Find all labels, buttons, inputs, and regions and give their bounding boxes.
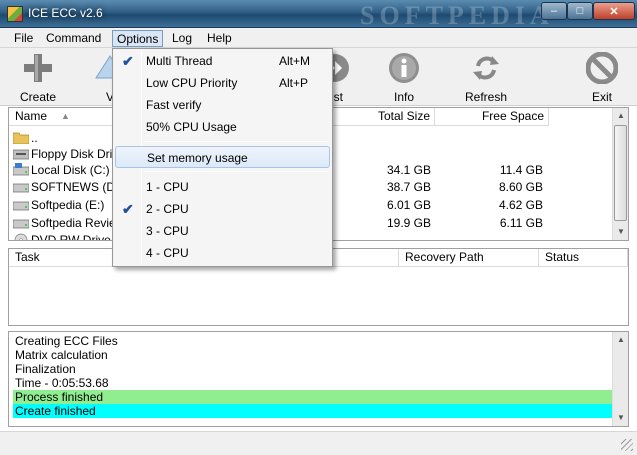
create-label: Create bbox=[19, 90, 57, 104]
drive-name: Floppy Disk Driv bbox=[31, 147, 119, 161]
menu-item-label: 4 - CPU bbox=[146, 246, 189, 260]
drive-name: Local Disk (C:) bbox=[31, 163, 110, 177]
menu-item-cpu-4[interactable]: 4 - CPU bbox=[115, 242, 330, 264]
log-line-success: Process finished bbox=[13, 390, 613, 404]
free-space-cell: 11.4 GB bbox=[499, 163, 543, 177]
total-size-cell: 6.01 GB bbox=[386, 198, 431, 212]
drive-name: SOFTNEWS (D:) bbox=[31, 180, 123, 194]
scroll-down-icon[interactable]: ▼ bbox=[613, 410, 629, 426]
menu-item-cpu-1[interactable]: 1 - CPU bbox=[115, 176, 330, 198]
free-space-cell: 8.60 GB bbox=[498, 180, 543, 194]
info-icon bbox=[389, 53, 419, 83]
watermark: SOFTPEDIA bbox=[360, 1, 554, 30]
menu-item-shortcut: Alt+P bbox=[279, 76, 309, 90]
folder-icon bbox=[13, 132, 29, 144]
drive-name: Softpedia Revie bbox=[31, 216, 116, 230]
log-line: Time - 0:05:53.68 bbox=[15, 376, 109, 390]
refresh-icon bbox=[473, 56, 499, 80]
menu-item-label: 3 - CPU bbox=[146, 224, 189, 238]
menu-separator bbox=[144, 141, 328, 142]
close-icon: ✕ bbox=[609, 5, 619, 18]
menu-item-label: Low CPU Priority bbox=[146, 76, 238, 90]
hard-drive-icon bbox=[13, 219, 29, 229]
menu-item-low-cpu-priority[interactable]: Low CPU Priority Alt+P bbox=[115, 72, 330, 94]
scroll-down-icon[interactable]: ▼ bbox=[613, 224, 628, 240]
drive-list-scrollbar[interactable]: ▲ ▼ bbox=[612, 108, 628, 240]
menu-options[interactable]: Options bbox=[112, 30, 164, 47]
close-button[interactable]: ✕ bbox=[593, 2, 635, 20]
checkmark-icon: ✔ bbox=[122, 201, 134, 217]
menu-item-cpu-usage[interactable]: 50% CPU Usage bbox=[115, 116, 330, 138]
create-button[interactable]: Create bbox=[8, 48, 68, 106]
drive-name: .. bbox=[31, 131, 38, 145]
floppy-drive-icon bbox=[13, 149, 29, 160]
log-line-success: Create finished bbox=[13, 404, 613, 418]
menu-item-fast-verify[interactable]: Fast verify bbox=[115, 94, 330, 116]
menu-item-label: Set memory usage bbox=[147, 151, 248, 165]
column-header-free-space[interactable]: Free Space bbox=[435, 108, 549, 126]
total-size-cell: 34.1 GB bbox=[386, 163, 431, 177]
menu-log[interactable]: Log bbox=[168, 30, 196, 47]
drive-name: Softpedia (E:) bbox=[31, 198, 105, 212]
drive-name: DVD RW Drive ( bbox=[31, 233, 119, 241]
menu-help[interactable]: Help bbox=[203, 30, 236, 47]
plus-icon bbox=[24, 54, 52, 82]
column-header-name-label: Name bbox=[15, 109, 48, 123]
log-line: Matrix calculation bbox=[15, 348, 108, 362]
maximize-icon: □ bbox=[576, 5, 584, 17]
menu-item-cpu-3[interactable]: 3 - CPU bbox=[115, 220, 330, 242]
menu-command[interactable]: Command bbox=[42, 30, 105, 47]
refresh-button[interactable]: Refresh bbox=[456, 48, 516, 106]
refresh-label: Refresh bbox=[464, 90, 508, 104]
column-header-recovery-path[interactable]: Recovery Path bbox=[399, 249, 539, 267]
free-space-cell: 4.62 GB bbox=[498, 198, 543, 212]
scroll-thumb[interactable] bbox=[614, 125, 627, 221]
maximize-button[interactable]: □ bbox=[567, 2, 593, 20]
free-space-cell: 6.11 GB bbox=[499, 216, 543, 230]
minimize-icon: – bbox=[550, 5, 558, 17]
hard-drive-icon bbox=[13, 201, 29, 211]
total-size-cell: 38.7 GB bbox=[386, 180, 431, 194]
menu-item-label: 1 - CPU bbox=[146, 180, 189, 194]
exit-button[interactable]: Exit bbox=[572, 48, 632, 106]
status-bar bbox=[0, 431, 637, 455]
scroll-up-icon[interactable]: ▲ bbox=[613, 332, 629, 348]
menu-item-multi-thread[interactable]: ✔ Multi Thread Alt+M bbox=[115, 50, 330, 72]
options-dropdown-menu: ✔ Multi Thread Alt+M Low CPU Priority Al… bbox=[112, 48, 333, 267]
column-header-total-size[interactable]: Total Size bbox=[331, 108, 435, 126]
hard-drive-icon bbox=[13, 163, 29, 176]
log-line: Creating ECC Files bbox=[15, 334, 118, 348]
menu-item-shortcut: Alt+M bbox=[279, 54, 311, 68]
info-button[interactable]: Info bbox=[374, 48, 434, 106]
checkmark-icon: ✔ bbox=[122, 53, 134, 69]
window-title: ICE ECC v2.6 bbox=[28, 6, 103, 20]
resize-grip-icon[interactable] bbox=[621, 439, 633, 451]
menu-file[interactable]: File bbox=[10, 30, 37, 47]
menu-item-label: Fast verify bbox=[146, 98, 202, 112]
minimize-button[interactable]: – bbox=[541, 2, 567, 20]
menu-bar: File Command Options Log Help bbox=[0, 28, 637, 48]
hard-drive-icon bbox=[13, 183, 29, 193]
dvd-drive-icon bbox=[14, 233, 28, 240]
menu-item-cpu-2[interactable]: ✔ 2 - CPU bbox=[115, 198, 330, 220]
menu-item-label: 2 - CPU bbox=[146, 202, 189, 216]
sort-ascending-icon: ▲ bbox=[61, 111, 70, 121]
title-bar[interactable]: ICE ECC v2.6 SOFTPEDIA – □ ✕ bbox=[0, 0, 637, 30]
info-label: Info bbox=[393, 90, 414, 104]
no-entry-icon bbox=[586, 52, 618, 84]
menu-item-label: Multi Thread bbox=[146, 54, 213, 68]
scroll-up-icon[interactable]: ▲ bbox=[613, 108, 628, 124]
column-header-status[interactable]: Status bbox=[539, 249, 628, 267]
app-icon bbox=[7, 6, 23, 22]
menu-separator bbox=[144, 171, 328, 172]
menu-item-label: 50% CPU Usage bbox=[146, 120, 237, 134]
total-size-cell: 19.9 GB bbox=[386, 216, 431, 230]
column-header-name[interactable]: Name ▲ bbox=[9, 108, 113, 126]
log-pane[interactable]: Creating ECC Files Matrix calculation Fi… bbox=[8, 331, 629, 427]
log-line: Finalization bbox=[15, 362, 76, 376]
exit-label: Exit bbox=[591, 90, 612, 104]
log-scrollbar[interactable]: ▲ ▼ bbox=[612, 332, 628, 426]
menu-item-set-memory-usage[interactable]: Set memory usage bbox=[115, 146, 330, 168]
